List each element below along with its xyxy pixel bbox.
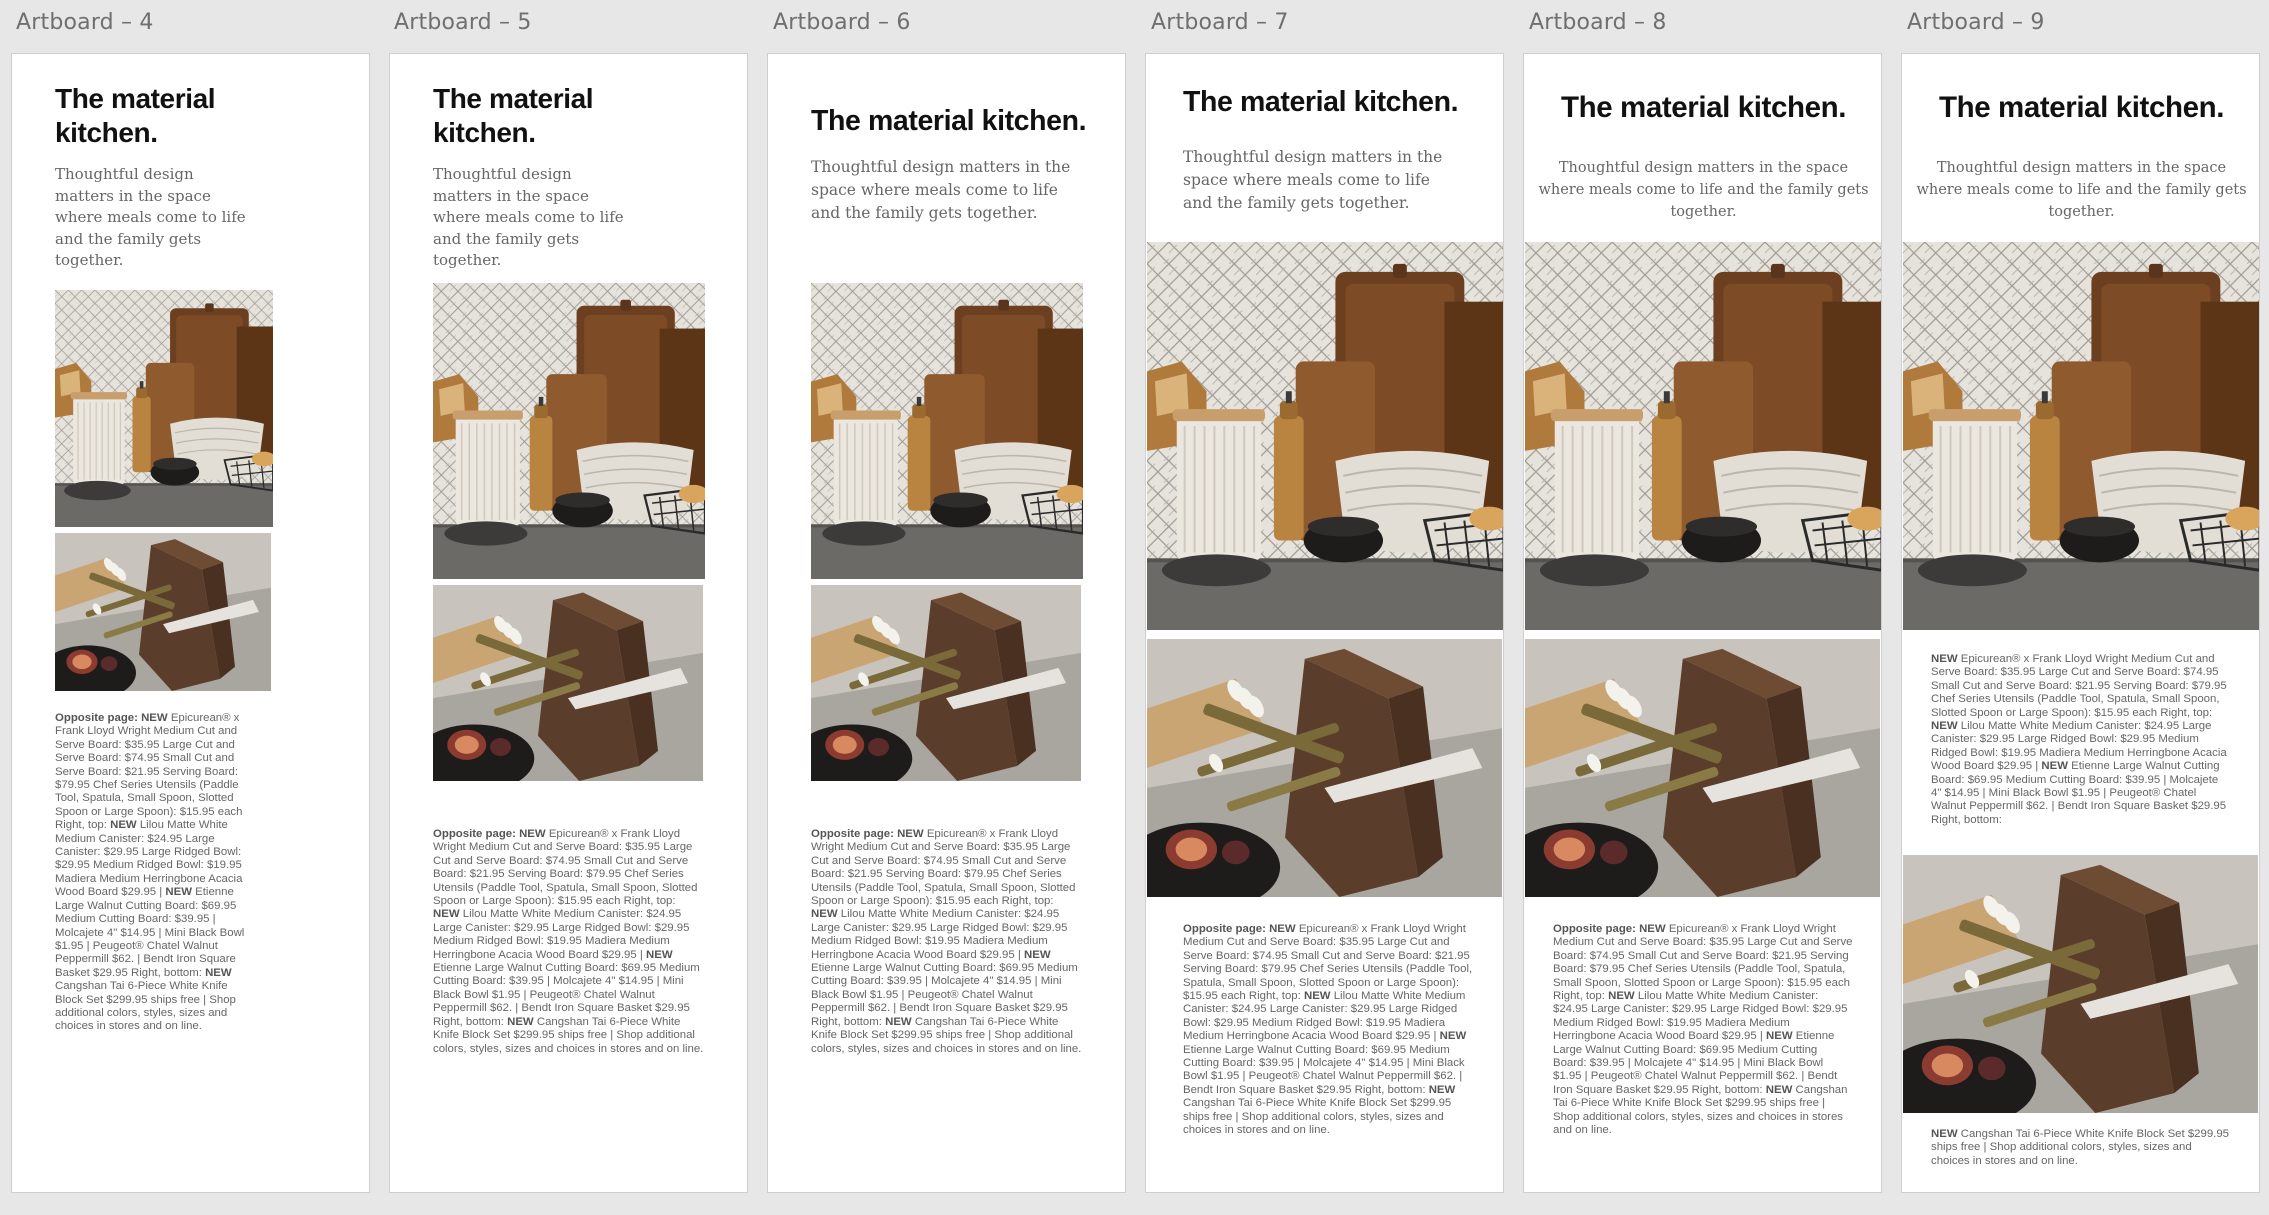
new-badge: NEW	[1608, 990, 1635, 1003]
new-badge: NEW	[205, 966, 232, 979]
artboard-9-label[interactable]: Artboard – 9	[1907, 10, 2045, 35]
artboard-9[interactable]: The material kitchen. Thoughtful design …	[1901, 53, 2260, 1193]
new-badge: NEW	[1766, 1030, 1793, 1043]
caption-text: Cangshan Tai 6-Piece White Knife Block S…	[55, 980, 236, 1033]
page-title: The material kitchen.	[55, 83, 216, 149]
new-badge: NEW	[519, 828, 546, 840]
kitchen-photo	[433, 283, 705, 579]
product-caption: Opposite page: NEW Epicurean® x Frank Ll…	[433, 828, 705, 1056]
caption-text: Etienne Large Walnut Cutting Board: $69.…	[1183, 1043, 1465, 1096]
new-badge: NEW	[433, 908, 460, 921]
new-badge: NEW	[1931, 1128, 1958, 1140]
new-badge: NEW	[646, 948, 673, 961]
page-title: The material kitchen.	[433, 83, 594, 149]
knife-block-photo	[1147, 639, 1502, 897]
new-badge: NEW	[507, 1015, 534, 1028]
page-title: The material kitchen.	[1560, 91, 1847, 124]
knife-block-photo	[433, 585, 703, 781]
caption-opposite-page-label: Opposite page:	[1183, 923, 1266, 935]
new-badge: NEW	[1639, 923, 1666, 935]
page-subtitle: Thoughtful design matters in the space w…	[55, 165, 246, 269]
caption-text: Cangshan Tai 6-Piece White Knife Block S…	[1931, 1128, 2230, 1167]
new-badge: NEW	[2041, 760, 2068, 773]
caption-text: Cangshan Tai 6-Piece White Knife Block S…	[1183, 1097, 1452, 1137]
page-subtitle: Thoughtful design matters in the space w…	[1916, 160, 2247, 220]
knife-block-photo	[1903, 855, 2258, 1113]
page-subtitle: Thoughtful design matters in the space w…	[1538, 160, 1869, 220]
artboard-8[interactable]: The material kitchen. Thoughtful design …	[1523, 53, 1882, 1193]
product-caption-bottom: NEW Cangshan Tai 6-Piece White Knife Blo…	[1931, 1128, 2231, 1168]
kitchen-photo	[1147, 242, 1503, 630]
new-badge: NEW	[1931, 720, 1958, 733]
new-badge: NEW	[1024, 948, 1051, 961]
new-badge: NEW	[141, 712, 168, 724]
product-caption: Opposite page: NEW Epicurean® x Frank Ll…	[55, 712, 251, 1034]
product-caption: Opposite page: NEW Epicurean® x Frank Ll…	[1553, 923, 1853, 1138]
knife-block-photo	[811, 585, 1081, 781]
new-badge: NEW	[110, 819, 137, 832]
new-badge: NEW	[897, 828, 924, 840]
artboard-6-label[interactable]: Artboard – 6	[773, 10, 911, 35]
artboard-4-label[interactable]: Artboard – 4	[16, 10, 154, 35]
new-badge: NEW	[885, 1015, 912, 1028]
kitchen-photo	[1525, 242, 1881, 630]
new-badge: NEW	[811, 908, 838, 921]
artboard-8-label[interactable]: Artboard – 8	[1529, 10, 1667, 35]
page-title: The material kitchen.	[1938, 91, 2225, 124]
new-badge: NEW	[1303, 990, 1331, 1003]
caption-opposite-page-label: Opposite page:	[1553, 923, 1636, 935]
caption-text: Epicurean® x Frank Lloyd Wright Medium C…	[1931, 653, 2227, 719]
product-caption: NEW Epicurean® x Frank Lloyd Wright Medi…	[1931, 653, 2231, 827]
kitchen-photo	[55, 290, 273, 527]
caption-opposite-page-label: Opposite page:	[433, 828, 516, 840]
new-badge: NEW	[1931, 653, 1958, 665]
page-title: The material kitchen.	[811, 105, 1087, 137]
caption-text: Epicurean® x Frank Lloyd Wright Medium C…	[55, 712, 243, 832]
caption-opposite-page-label: Opposite page:	[55, 712, 138, 724]
page-title: The material kitchen.	[1183, 86, 1459, 118]
new-badge: NEW	[1428, 1083, 1456, 1096]
page-subtitle: Thoughtful design matters in the space w…	[433, 165, 624, 269]
artboard-4[interactable]: The material kitchen. Thoughtful design …	[11, 53, 370, 1193]
artboard-6[interactable]: The material kitchen. Thoughtful design …	[767, 53, 1126, 1193]
new-badge: NEW	[1269, 923, 1296, 935]
product-caption: Opposite page: NEW Epicurean® x Frank Ll…	[811, 828, 1083, 1056]
artboard-5[interactable]: The material kitchen. Thoughtful design …	[389, 53, 748, 1193]
artboard-7-label[interactable]: Artboard – 7	[1151, 10, 1289, 35]
artboard-5-label[interactable]: Artboard – 5	[394, 10, 532, 35]
product-caption: Opposite page: NEW Epicurean® x Frank Ll…	[1183, 923, 1473, 1138]
knife-block-photo	[1525, 639, 1880, 897]
page-subtitle: Thoughtful design matters in the space w…	[811, 158, 1071, 222]
caption-text: Etienne Large Walnut Cutting Board: $69.…	[55, 886, 245, 979]
new-badge: NEW	[1439, 1030, 1467, 1043]
kitchen-photo	[811, 283, 1083, 579]
artboard-7[interactable]: The material kitchen. Thoughtful design …	[1145, 53, 1504, 1193]
new-badge: NEW	[165, 886, 192, 899]
page-subtitle: Thoughtful design matters in the space w…	[1183, 148, 1443, 212]
new-badge: NEW	[1765, 1083, 1793, 1096]
knife-block-photo	[55, 533, 271, 691]
kitchen-photo	[1903, 242, 2259, 630]
caption-opposite-page-label: Opposite page:	[811, 828, 894, 840]
